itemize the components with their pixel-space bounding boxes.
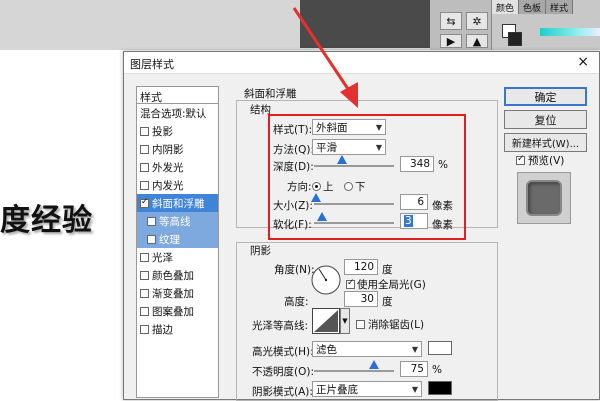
shading-title: 阴影 [250, 245, 271, 257]
annotation-arrow [292, 7, 358, 108]
shadow-color-swatch[interactable] [428, 381, 452, 395]
highlight-mode-label: 高光模式(H): [252, 346, 314, 358]
list-item-color-overlay[interactable]: 颜色叠加 [137, 266, 218, 284]
checkbox[interactable] [140, 252, 149, 262]
list-item-satin[interactable]: 光泽 [137, 248, 218, 266]
image-icon[interactable]: ▲ [466, 34, 488, 48]
list-item-contour[interactable]: 等高线 [137, 212, 218, 230]
checkbox[interactable] [516, 154, 525, 165]
tool-strip: ⇆ ✲ ▶ ▲ [430, 0, 492, 50]
tab-swatches[interactable]: 色板 [519, 0, 547, 14]
preview-checkbox[interactable]: 预览(V) [516, 153, 564, 168]
panel-tabs: 颜色 色板 样式 [492, 0, 600, 14]
checkbox[interactable] [140, 126, 149, 136]
list-item-inner-glow[interactable]: 内发光 [137, 176, 218, 194]
checkbox[interactable] [140, 180, 149, 190]
altitude-label: 高度: [284, 296, 309, 308]
angle-input[interactable]: 120 [344, 259, 378, 275]
checkbox[interactable] [346, 278, 355, 289]
highlight-mode-select[interactable]: 滤色 ▼ [312, 341, 422, 357]
gear-icon[interactable]: ✲ [466, 12, 488, 30]
chevron-down-icon: ▼ [411, 384, 418, 394]
list-item-inner-shadow[interactable]: 内阴影 [137, 140, 218, 158]
altitude-unit: 度 [382, 296, 393, 308]
list-item-bevel-emboss[interactable]: 斜面和浮雕 [137, 194, 218, 212]
list-item-pattern-overlay[interactable]: 图案叠加 [137, 302, 218, 320]
canvas-text: 度经验 [0, 203, 93, 238]
opacity-label: 不透明度(O): [252, 366, 314, 378]
color-ramp[interactable] [540, 28, 600, 36]
list-item-drop-shadow[interactable]: 投影 [137, 122, 218, 140]
new-style-button[interactable]: 新建样式(W)... [504, 133, 587, 152]
style-preview [517, 172, 571, 224]
opacity-slider-thumb[interactable] [369, 360, 379, 369]
tab-styles[interactable]: 样式 [546, 0, 574, 14]
checkbox[interactable] [140, 197, 149, 208]
style-list: 样式 混合选项:默认 投影 内阴影 外发光 内发光 斜面和浮雕 等高线 纹理 光… [136, 86, 219, 398]
reset-button[interactable]: 复位 [504, 110, 587, 129]
opacity-slider-track[interactable] [314, 370, 394, 372]
list-item-texture[interactable]: 纹理 [137, 230, 218, 248]
antialias-checkbox[interactable]: 消除锯齿(L) [356, 317, 424, 332]
opacity-unit: % [432, 364, 442, 376]
checkbox[interactable] [140, 144, 149, 154]
list-item-blending-options[interactable]: 混合选项:默认 [137, 104, 218, 122]
angle-label: 角度(N): [274, 264, 315, 276]
dialog-title: 图层样式 [130, 58, 174, 71]
play-icon[interactable]: ▶ [440, 34, 462, 48]
checkbox[interactable] [140, 324, 149, 334]
checkbox[interactable] [140, 162, 149, 172]
global-light-checkbox[interactable]: 使用全局光(G) [346, 277, 426, 292]
close-icon[interactable]: × [577, 54, 589, 70]
ok-button[interactable]: 确定 [504, 87, 587, 106]
checkbox[interactable] [147, 216, 156, 226]
shadow-mode-select[interactable]: 正片叠底 ▼ [312, 381, 422, 397]
angle-unit: 度 [382, 264, 393, 276]
list-item-stroke[interactable]: 描边 [137, 320, 218, 338]
list-item-gradient-overlay[interactable]: 渐变叠加 [137, 284, 218, 302]
altitude-input[interactable]: 30 [344, 291, 378, 307]
checkbox[interactable] [147, 234, 156, 244]
history-icon[interactable]: ⇆ [440, 12, 462, 30]
opacity-input[interactable]: 75 [400, 361, 428, 377]
checkbox[interactable] [140, 270, 149, 280]
highlight-box [268, 114, 466, 240]
checkbox[interactable] [356, 320, 365, 329]
highlight-color-swatch[interactable] [428, 341, 452, 355]
list-item-outer-glow[interactable]: 外发光 [137, 158, 218, 176]
checkbox[interactable] [140, 288, 149, 298]
chevron-down-icon: ▼ [411, 344, 418, 354]
angle-dial[interactable] [310, 264, 342, 296]
background-color-swatch[interactable] [508, 32, 522, 46]
checkbox[interactable] [140, 306, 149, 316]
tab-color[interactable]: 颜色 [492, 0, 520, 14]
gloss-contour-preview[interactable] [312, 308, 340, 334]
chevron-down-icon[interactable]: ▼ [340, 308, 350, 334]
preview-shape [528, 182, 560, 214]
section-title-bevel: 斜面和浮雕 [244, 88, 297, 100]
gloss-contour-label: 光泽等高线: [252, 320, 309, 332]
style-list-header[interactable]: 样式 [137, 87, 218, 104]
shadow-mode-label: 阴影模式(A): [252, 386, 313, 398]
